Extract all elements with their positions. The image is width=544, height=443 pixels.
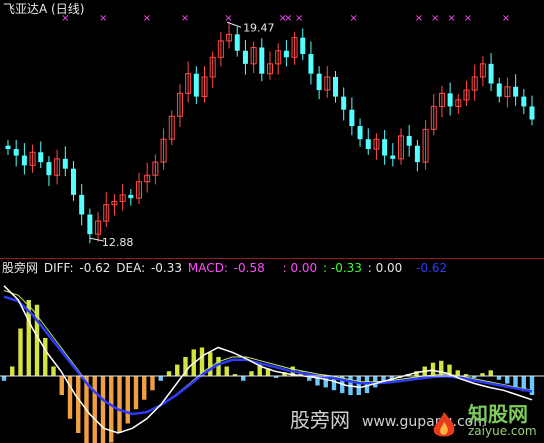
watermark-logo-url: zaiyue.com	[468, 424, 537, 438]
candle-body-down	[357, 126, 363, 140]
macd-histogram-bar	[224, 366, 229, 376]
macd-histogram-bar	[10, 366, 15, 376]
candle-body-down	[21, 155, 27, 166]
candle-body-down	[390, 155, 396, 159]
macd-histogram-bar	[158, 376, 163, 381]
candle-body-down	[365, 139, 371, 150]
candle-body-down	[259, 47, 265, 74]
signal-marker: ×	[99, 13, 107, 24]
macd-histogram-bar	[175, 364, 180, 376]
candle-body-down	[5, 145, 11, 150]
candle-body-down	[341, 96, 347, 110]
macd-histogram-bar	[356, 376, 361, 395]
candle-body-down	[46, 162, 52, 176]
readout-value-3: : 0.00	[367, 261, 403, 275]
dea-value: -0.33	[150, 261, 183, 275]
macd-histogram-bar	[496, 376, 502, 380]
readout-value-1: : 0.00	[282, 261, 318, 275]
macd-label: MACD:	[187, 261, 228, 275]
macd-histogram-bar	[488, 370, 493, 376]
signal-marker: ×	[295, 13, 303, 24]
macd-histogram-bar	[100, 376, 106, 443]
macd-histogram-bar	[430, 362, 436, 376]
signal-marker: ×	[143, 13, 151, 24]
macd-histogram-bar	[117, 376, 122, 433]
macd-histogram-bar	[249, 371, 254, 376]
candle-body-down	[382, 139, 388, 156]
macd-histogram-bar	[59, 376, 64, 395]
diff-value: -0.62	[79, 261, 111, 275]
signal-marker: ×	[502, 13, 510, 24]
readout-value-4: -0.62	[416, 261, 448, 275]
macd-histogram-bar	[439, 360, 444, 376]
candle-body-down	[333, 76, 338, 97]
watermark-left-text: 股旁网	[290, 408, 350, 432]
signal-marker: ×	[415, 13, 423, 24]
candle-body-down	[193, 73, 199, 97]
max-price-label: 19.47	[243, 21, 275, 34]
macd-histogram-bar	[166, 371, 172, 376]
candle-body-down	[87, 214, 93, 235]
signal-marker: ×	[349, 13, 357, 24]
indicator-readout-row: 股旁网 DIFF: -0.62 DEA: -0.33 MACD: -0.58 :…	[2, 261, 449, 275]
dea-line	[3, 290, 533, 415]
candle-body-down	[496, 83, 502, 97]
candle-body-down	[414, 145, 420, 163]
macd-histogram-bar	[125, 376, 130, 424]
chart-canvas: 19.4712.88× × × × × ×× × × × × × × ×	[0, 13, 544, 443]
signal-line-blue	[3, 295, 533, 416]
signal-marker: ×	[431, 13, 439, 24]
diff-label: DIFF:	[43, 261, 74, 275]
candle-body-down	[349, 109, 355, 127]
candle-body-down	[300, 37, 306, 55]
macd-histogram-bar	[133, 376, 139, 410]
flame-logo-icon	[433, 412, 455, 437]
macd-histogram-bar	[241, 376, 246, 381]
candle-body-down	[488, 63, 494, 84]
candle-body-down	[128, 194, 134, 199]
macd-histogram-bar	[1, 376, 7, 381]
candle-body-down	[242, 50, 248, 64]
macd-histogram-bar	[150, 376, 155, 391]
candle-body-down	[234, 34, 240, 51]
signal-marker: ×	[284, 13, 292, 24]
candle-body-down	[38, 152, 44, 163]
macd-value: -0.58	[233, 261, 265, 275]
macd-histogram-bar	[208, 352, 213, 376]
chart-title: 飞亚达A (日线)	[3, 2, 85, 16]
dea-label: DEA:	[116, 261, 146, 275]
indicator-name: 股旁网	[2, 261, 39, 275]
macd-histogram-bar	[109, 376, 114, 443]
candle-body-down	[447, 93, 453, 107]
candle-body-down	[79, 194, 85, 215]
candle-body-down	[62, 158, 68, 169]
signal-marker: ×	[224, 13, 232, 24]
candle-body-down	[283, 50, 289, 58]
min-price-label: 12.88	[102, 236, 134, 249]
candle-body-down	[513, 86, 519, 97]
readout-value-2: : -0.33	[323, 261, 362, 275]
macd-histogram-bar	[51, 366, 56, 376]
candle-body-down	[521, 96, 527, 107]
macd-histogram-bar	[76, 376, 81, 433]
macd-histogram-bar	[92, 376, 97, 443]
candle-body-down	[71, 168, 76, 195]
macd-histogram-bar	[513, 376, 518, 388]
macd-histogram-bar	[142, 376, 147, 400]
candle-body-down	[316, 73, 322, 91]
candle-body-down	[13, 149, 19, 156]
candle-body-down	[308, 54, 314, 74]
signal-marker: ×	[181, 13, 189, 24]
candle-body-down	[529, 106, 535, 120]
macd-histogram-bar	[505, 376, 510, 384]
signal-marker: ×	[464, 13, 472, 24]
macd-histogram-bar	[43, 338, 48, 376]
signal-marker: ×	[447, 13, 455, 24]
watermark-logo-cn: 知股网	[468, 402, 528, 426]
macd-histogram-bar	[18, 328, 23, 376]
candle-body-down	[406, 135, 412, 146]
